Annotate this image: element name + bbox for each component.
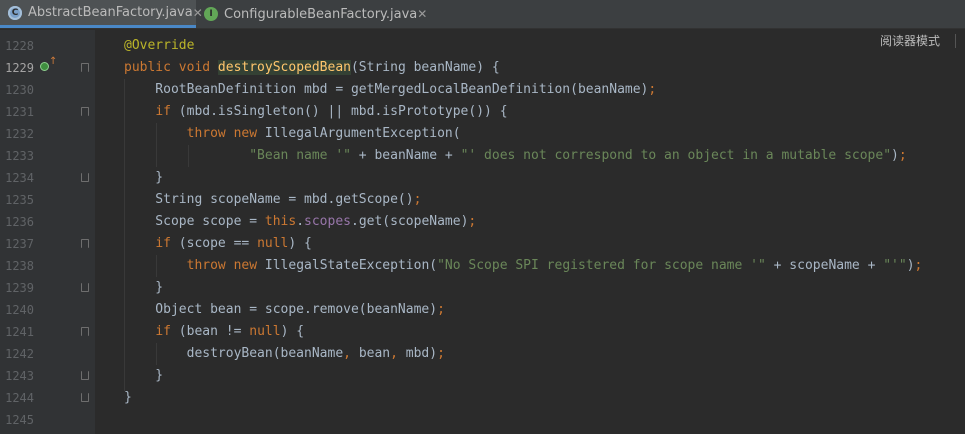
arrow-up-icon: ↑: [49, 56, 58, 67]
code-text[interactable]: "Bean name '" + beanName + "' does not c…: [124, 145, 906, 167]
line-number: 1239: [5, 281, 34, 295]
code-text[interactable]: throw new IllegalStateException("No Scop…: [124, 255, 923, 277]
code-line: 1235 String scopeName = mbd.getScope();: [0, 189, 965, 211]
fold-marker-icon[interactable]: [81, 107, 89, 116]
editor-tab-bar: C AbstractBeanFactory.java ✕ I Configura…: [0, 0, 965, 29]
tab-configurable-bean-factory[interactable]: I ConfigurableBeanFactory.java ✕: [196, 0, 427, 28]
code-line: 1244 }: [0, 387, 965, 409]
code-line: 1239 }: [0, 277, 965, 299]
fold-marker-icon[interactable]: [81, 63, 89, 72]
code-text[interactable]: if (scope == null) {: [124, 233, 312, 255]
line-number: 1242: [5, 347, 34, 361]
code-line: 1245: [0, 409, 965, 431]
code-line: 1240 Object bean = scope.remove(beanName…: [0, 299, 965, 321]
code-line: 1238 throw new IllegalStateException("No…: [0, 255, 965, 277]
line-number: 1230: [5, 83, 34, 97]
code-line: 1228 @Override: [0, 35, 965, 57]
code-text[interactable]: }: [124, 277, 163, 299]
line-number: 1232: [5, 127, 34, 141]
code-line: 1233 "Bean name '" + beanName + "' does …: [0, 145, 965, 167]
code-text[interactable]: @Override: [124, 35, 194, 57]
class-icon: C: [8, 5, 22, 20]
code-line: 1234 }: [0, 167, 965, 189]
code-text[interactable]: public void destroyScopedBean(String bea…: [124, 57, 500, 79]
fold-marker-icon[interactable]: [81, 327, 89, 336]
line-number: 1243: [5, 369, 34, 383]
code-line: 1231 if (mbd.isSingleton() || mbd.isProt…: [0, 101, 965, 123]
code-text[interactable]: destroyBean(beanName, bean, mbd);: [124, 343, 445, 365]
line-number: 1233: [5, 149, 34, 163]
tab-label: ConfigurableBeanFactory.java: [224, 6, 418, 22]
fold-marker-icon[interactable]: [81, 393, 89, 402]
code-text[interactable]: if (mbd.isSingleton() || mbd.isPrototype…: [124, 101, 507, 123]
line-number: 1234: [5, 171, 34, 185]
line-number: 1238: [5, 259, 34, 273]
line-number: 1228: [5, 39, 34, 53]
code-line: 1232 throw new IllegalArgumentException(: [0, 123, 965, 145]
code-text[interactable]: throw new IllegalArgumentException(: [124, 123, 461, 145]
line-number: 1237: [5, 237, 34, 251]
code-line: 1236 Scope scope = this.scopes.get(scope…: [0, 211, 965, 233]
override-method-icon[interactable]: [40, 62, 49, 71]
line-number: 1241: [5, 325, 34, 339]
code-text[interactable]: Object bean = scope.remove(beanName);: [124, 299, 445, 321]
code-line: 1242 destroyBean(beanName, bean, mbd);: [0, 343, 965, 365]
code-text[interactable]: if (bean != null) {: [124, 321, 304, 343]
close-icon[interactable]: ✕: [417, 7, 427, 21]
line-number: 1245: [5, 413, 34, 427]
line-number: 1229: [5, 61, 34, 75]
line-number: 1235: [5, 193, 34, 207]
tab-label: AbstractBeanFactory.java: [28, 5, 193, 20]
code-line: 1230 RootBeanDefinition mbd = getMergedL…: [0, 79, 965, 101]
line-number: 1236: [5, 215, 34, 229]
code-text[interactable]: RootBeanDefinition mbd = getMergedLocalB…: [124, 79, 656, 101]
tab-abstract-bean-factory[interactable]: C AbstractBeanFactory.java ✕: [0, 0, 203, 28]
code-text[interactable]: String scopeName = mbd.getScope();: [124, 189, 421, 211]
code-line: 1243 }: [0, 365, 965, 387]
fold-marker-icon[interactable]: [81, 371, 89, 380]
code-text[interactable]: Scope scope = this.scopes.get(scopeName)…: [124, 211, 476, 233]
code-line: 1241 if (bean != null) {: [0, 321, 965, 343]
code-text[interactable]: }: [124, 365, 163, 387]
code-line: 1237 if (scope == null) {: [0, 233, 965, 255]
interface-icon: I: [204, 7, 218, 21]
line-number: 1240: [5, 303, 34, 317]
fold-marker-icon[interactable]: [81, 173, 89, 182]
code-text[interactable]: }: [124, 387, 132, 409]
fold-marker-icon[interactable]: [81, 239, 89, 248]
line-number: 1231: [5, 105, 34, 119]
line-number: 1244: [5, 391, 34, 405]
code-text[interactable]: }: [124, 167, 163, 189]
fold-marker-icon[interactable]: [81, 283, 89, 292]
code-line: 1229 ↑ public void destroyScopedBean(Str…: [0, 57, 965, 79]
